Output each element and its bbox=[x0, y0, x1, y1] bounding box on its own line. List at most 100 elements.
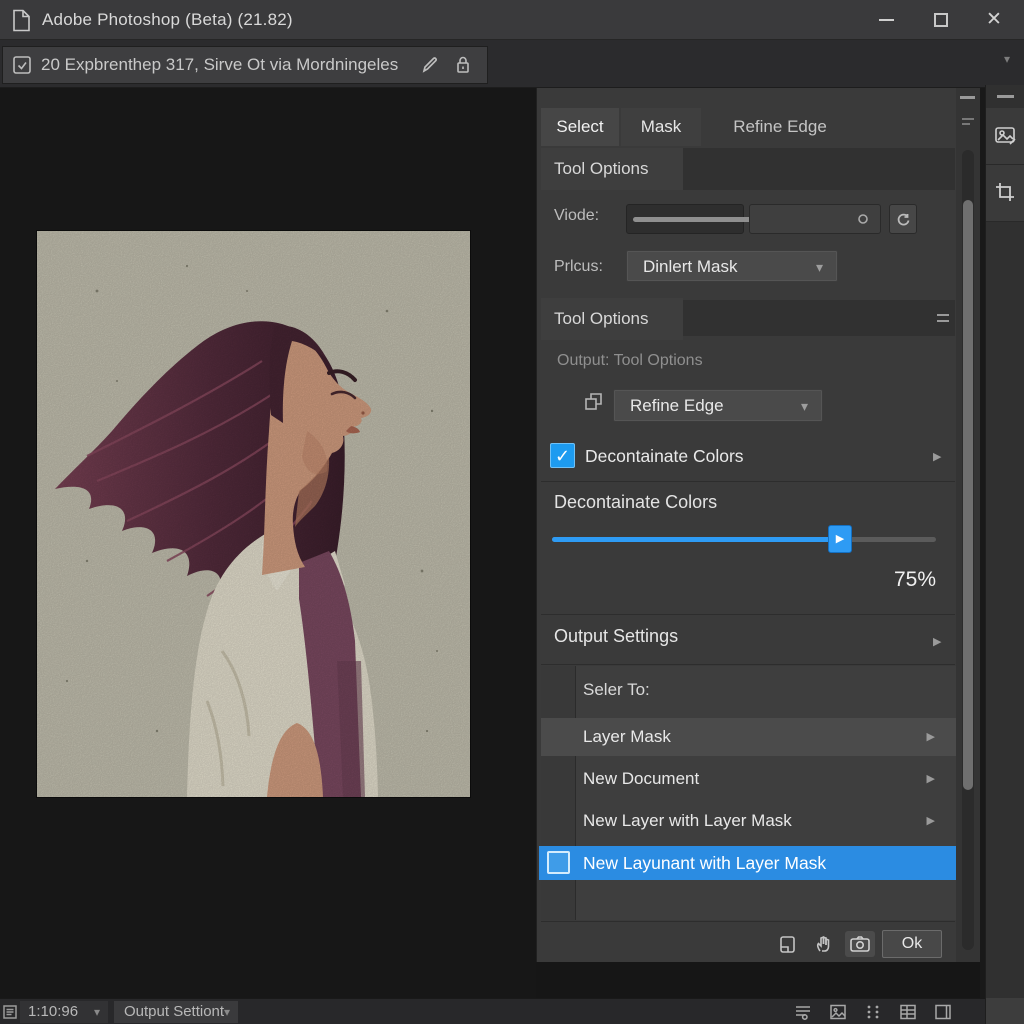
list-view-icon[interactable] bbox=[793, 1002, 813, 1022]
output-select-value: Output Settiont bbox=[124, 1003, 224, 1020]
chevron-right-icon: ▶ bbox=[933, 635, 941, 648]
zoom-ratio-value: 1:10:96 bbox=[28, 1003, 78, 1020]
preset-label: Prlcus: bbox=[554, 258, 603, 276]
minimize-button[interactable] bbox=[866, 0, 908, 40]
thumbnail-view-icon[interactable] bbox=[828, 1002, 848, 1022]
output-settings-header[interactable]: Output Settings bbox=[554, 626, 678, 647]
panel-scroll-strip bbox=[956, 88, 980, 962]
decontaminate-label: Decontainate Colors bbox=[585, 446, 744, 467]
output-caption: Output: Tool Options bbox=[557, 352, 703, 370]
panel-menu-dash-icon[interactable] bbox=[960, 96, 975, 99]
photoshop-window: Adobe Photoshop (Beta) (21.82) ✕ 20 Expb… bbox=[0, 0, 1024, 1024]
window-title: Adobe Photoshop (Beta) (21.82) bbox=[42, 0, 293, 40]
decon-slider-fill bbox=[552, 537, 840, 542]
divider bbox=[541, 921, 955, 922]
mode-slider-bar bbox=[633, 217, 753, 222]
mode-label: Viode: bbox=[554, 207, 599, 225]
divider bbox=[541, 481, 955, 482]
menu-item-new-document[interactable]: New Document ▶ bbox=[541, 760, 957, 798]
menu-item-new-layunant-with-layer-mask[interactable]: New Layunant with Layer Mask bbox=[539, 846, 959, 880]
status-doc-icon bbox=[2, 1004, 18, 1020]
tool-options-header[interactable]: Tool Options bbox=[541, 148, 683, 190]
close-button[interactable]: ✕ bbox=[974, 0, 1016, 40]
panel-mini-icon bbox=[961, 116, 975, 128]
ok-button[interactable]: Ok bbox=[882, 930, 942, 958]
check-icon: ✓ bbox=[555, 446, 570, 466]
document-bar: 20 Expbrenthep 317, Sirve Ot via Mordnin… bbox=[0, 40, 1024, 88]
caret-down-icon: ▾ bbox=[224, 1001, 230, 1023]
dots-grid-icon[interactable] bbox=[863, 1002, 883, 1022]
document-artwork[interactable] bbox=[37, 231, 470, 797]
collapse-icon[interactable] bbox=[935, 312, 951, 324]
document-title: 20 Expbrenthep 317, Sirve Ot via Mordnin… bbox=[41, 47, 398, 83]
divider bbox=[541, 614, 955, 615]
title-bar: Adobe Photoshop (Beta) (21.82) ✕ bbox=[0, 0, 1024, 40]
doc-check-icon bbox=[12, 55, 32, 75]
decon-slider-thumb[interactable]: ▶ bbox=[828, 525, 852, 553]
menu-item-layer-mask[interactable]: Layer Mask ▶ bbox=[541, 718, 957, 756]
decontaminate-checkbox[interactable]: ✓ bbox=[550, 443, 575, 468]
side-panel-icon[interactable] bbox=[933, 1002, 953, 1022]
slider-arrow-icon: ▶ bbox=[836, 533, 844, 545]
refine-value: Refine Edge bbox=[630, 390, 724, 421]
preset-dropdown[interactable]: Dinlert Mask ▾ bbox=[626, 250, 838, 282]
close-icon: ✕ bbox=[986, 8, 1002, 31]
document-tab[interactable]: 20 Expbrenthep 317, Sirve Ot via Mordnin… bbox=[2, 46, 488, 84]
droplet-icon bbox=[856, 212, 870, 226]
image-properties-icon bbox=[993, 123, 1019, 149]
caret-down-icon: ▾ bbox=[94, 1001, 100, 1023]
chevron-right-icon[interactable]: ▶ bbox=[933, 450, 941, 463]
menu-item-label: New Layer with Layer Mask bbox=[583, 802, 792, 840]
decontaminate-slider-heading: Decontainate Colors bbox=[554, 492, 717, 513]
menu-item-new-layer-with-layer-mask[interactable]: New Layer with Layer Mask ▶ bbox=[541, 802, 957, 840]
output-to-label: Seler To: bbox=[583, 680, 650, 700]
output-select[interactable]: Output Settiont ▾ bbox=[114, 1001, 238, 1023]
docbar-chevron-icon[interactable]: ▾ bbox=[1004, 52, 1010, 66]
tool-options-title2: Tool Options bbox=[541, 298, 683, 340]
chevron-right-icon: ▶ bbox=[927, 760, 935, 798]
preset-value: Dinlert Mask bbox=[643, 251, 737, 282]
tab-select[interactable]: Select bbox=[541, 108, 619, 146]
caret-down-icon: ▾ bbox=[801, 391, 808, 422]
chevron-right-icon: ▶ bbox=[927, 718, 935, 756]
menu-item-label: Layer Mask bbox=[583, 718, 671, 756]
camera-button[interactable] bbox=[845, 931, 875, 957]
select-and-mask-panel: Select Mask Refine Edge Tool Options Vio… bbox=[536, 88, 956, 962]
menu-item-label: New Layunant with Layer Mask bbox=[583, 846, 826, 880]
maximize-icon bbox=[934, 13, 948, 27]
mode-input[interactable] bbox=[749, 204, 881, 234]
lock-icon[interactable] bbox=[453, 54, 473, 76]
decontaminate-value: 75% bbox=[894, 568, 936, 592]
properties-panel-button[interactable] bbox=[986, 108, 1024, 165]
right-toolbar bbox=[985, 85, 1024, 1024]
chevron-right-icon: ▶ bbox=[927, 802, 935, 840]
tab-refine-edge[interactable]: Refine Edge bbox=[705, 108, 855, 146]
scrollbar-thumb[interactable] bbox=[963, 200, 973, 790]
crop-panel-button[interactable] bbox=[986, 165, 1024, 222]
tool-options-strip2 bbox=[683, 300, 955, 336]
scrollbar-track[interactable] bbox=[962, 150, 974, 950]
tool-options-header2[interactable]: Tool Options bbox=[541, 298, 683, 340]
new-document-icon[interactable] bbox=[777, 933, 799, 955]
maximize-button[interactable] bbox=[920, 0, 962, 40]
crop-icon bbox=[993, 180, 1019, 206]
zoom-ratio-select[interactable]: 1:10:96 ▾ bbox=[20, 1001, 108, 1023]
tab-mask[interactable]: Mask bbox=[621, 108, 701, 146]
grid-view-icon[interactable] bbox=[898, 1002, 918, 1022]
toolbar-dash-icon[interactable] bbox=[997, 95, 1014, 98]
file-icon bbox=[11, 9, 32, 32]
toolbar-bottom-block bbox=[986, 998, 1024, 1024]
refresh-icon bbox=[896, 212, 911, 227]
minimize-icon bbox=[879, 19, 894, 21]
tool-options-strip bbox=[683, 148, 955, 190]
pencil-icon[interactable] bbox=[419, 54, 441, 76]
hand-tool-icon[interactable] bbox=[814, 933, 836, 955]
tool-options-title: Tool Options bbox=[541, 148, 683, 190]
canvas-area[interactable] bbox=[0, 88, 536, 998]
refresh-button[interactable] bbox=[889, 204, 917, 234]
menu-item-label: New Document bbox=[583, 760, 699, 798]
refine-dropdown[interactable]: Refine Edge ▾ bbox=[613, 389, 823, 422]
decontaminate-slider[interactable]: ▶ bbox=[552, 537, 936, 542]
item-checkbox[interactable] bbox=[547, 851, 570, 874]
caret-down-icon: ▾ bbox=[816, 252, 823, 283]
